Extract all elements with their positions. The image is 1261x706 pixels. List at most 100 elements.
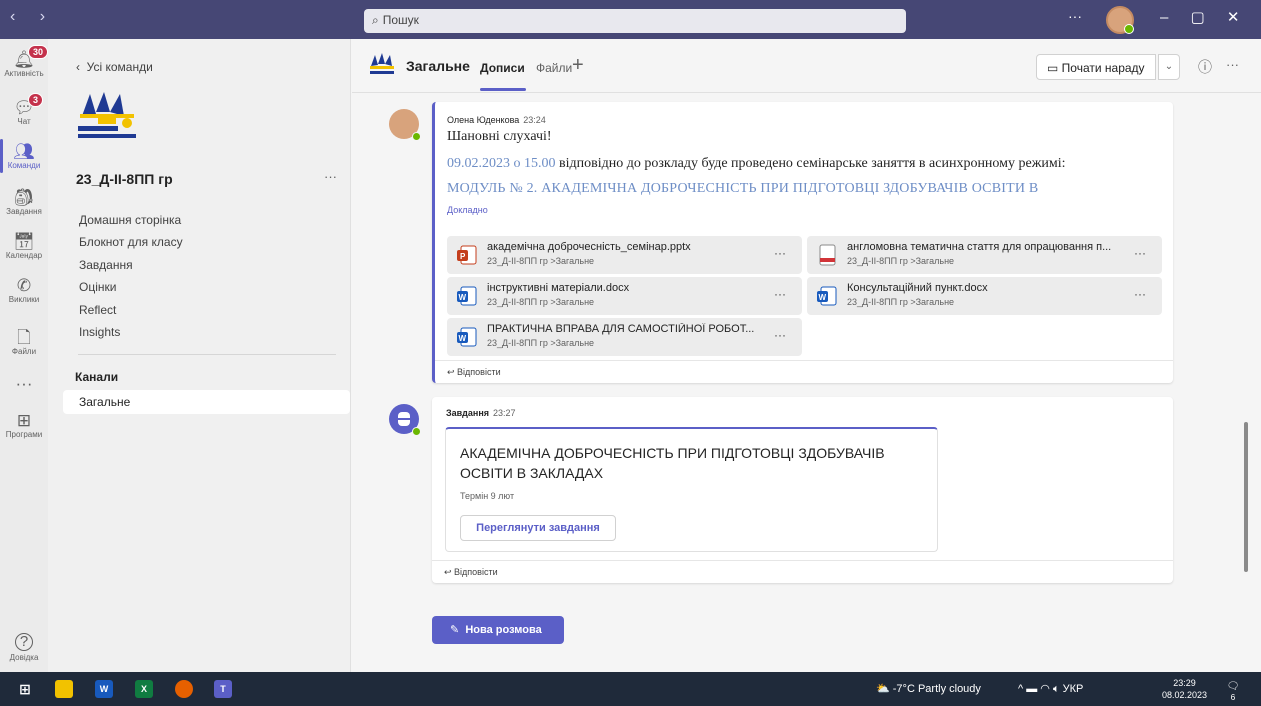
sidebar-item-home[interactable]: Домашня сторінка xyxy=(79,213,181,227)
reply-button[interactable]: ↩ Відповісти xyxy=(435,360,1173,383)
rail-help-label: Довідка xyxy=(9,653,39,662)
notification-center[interactable]: 🗨︎6 xyxy=(1225,681,1241,702)
rail-calls[interactable]: ✆ Виклики xyxy=(0,277,48,305)
tab-posts[interactable]: Дописи xyxy=(480,61,526,91)
word-icon: W xyxy=(457,286,477,306)
svg-text:W: W xyxy=(459,293,467,302)
rail-assignments[interactable]: 🎒︎ Завдання xyxy=(0,189,48,217)
reply-icon: ↩ xyxy=(447,367,458,377)
post-author[interactable]: Олена Юденкова xyxy=(447,115,519,125)
file-more-button[interactable]: ··· xyxy=(1134,246,1146,260)
sidebar-item-notebook[interactable]: Блокнот для класу xyxy=(79,235,183,249)
sidebar-item-insights[interactable]: Insights xyxy=(79,325,120,339)
file-attachment[interactable]: англомовна тематична стаття для опрацюва… xyxy=(807,236,1162,274)
file-icon: 🗋︎ xyxy=(17,328,31,347)
sidebar-item-grades[interactable]: Оцінки xyxy=(79,280,116,294)
presence-icon xyxy=(412,427,421,436)
posts-feed: Олена Юденкова 23:24 Шановні слухачі! 09.… xyxy=(352,94,1261,672)
team-more-button[interactable]: ··· xyxy=(324,169,337,184)
all-teams-link[interactable]: ‹ Усі команди xyxy=(76,60,153,74)
team-sidebar: ‹ Усі команди 23_Д-ІІ-8ПП гр ··· Домашня… xyxy=(48,39,351,672)
notification-count: 6 xyxy=(1230,692,1236,702)
rail-files-label: Файли xyxy=(11,347,37,356)
start-meeting-label: Почати нараду xyxy=(1061,61,1145,75)
firefox-icon[interactable] xyxy=(175,680,193,698)
new-conversation-button[interactable]: ✎ Нова розмова xyxy=(432,616,564,644)
author-avatar[interactable] xyxy=(389,109,421,141)
view-assignment-button[interactable]: Переглянути завдання xyxy=(460,515,616,541)
search-placeholder: Пошук xyxy=(382,13,419,27)
sidebar-item-reflect[interactable]: Reflect xyxy=(79,303,116,317)
meeting-dropdown-button[interactable]: ⌄ xyxy=(1158,54,1180,80)
tray-chevron-icon: ^ xyxy=(1018,683,1027,695)
rail-activity[interactable]: 🔔︎ 30 Активність xyxy=(0,45,49,78)
channels-header: Канали xyxy=(75,370,119,384)
word-icon: W xyxy=(817,286,837,306)
windows-start-icon[interactable]: ⊞ xyxy=(16,680,34,698)
weather-widget[interactable]: ⛅ -7°C Partly cloudy xyxy=(876,682,981,695)
video-icon: ▭ xyxy=(1047,61,1062,75)
start-meeting-button[interactable]: ▭ Почати нараду xyxy=(1036,54,1156,80)
rail-apps[interactable]: ⊞ Програми xyxy=(0,412,48,440)
search-input[interactable]: ⌕ Пошук xyxy=(364,9,906,33)
tab-files[interactable]: Файли xyxy=(536,61,572,75)
rail-help[interactable]: ? Довідка xyxy=(0,633,48,662)
wifi-icon: ◠ xyxy=(1040,683,1053,695)
channel-item-general[interactable]: Загальне xyxy=(63,390,350,414)
channel-more-button[interactable]: ··· xyxy=(1226,57,1239,72)
rail-activity-label: Активність xyxy=(4,69,44,78)
calendar-icon: 📅︎ xyxy=(13,232,35,251)
assignments-bot-avatar[interactable] xyxy=(389,404,421,436)
taskbar-clock[interactable]: 23:29 08.02.2023 xyxy=(1162,677,1207,701)
file-path: 23_Д-ІІ-8ПП гр >Загальне xyxy=(487,338,595,348)
file-explorer-icon[interactable] xyxy=(55,680,73,698)
file-more-button[interactable]: ··· xyxy=(774,246,786,260)
language-indicator[interactable]: УКР xyxy=(1063,683,1084,695)
search-icon: ⌕ xyxy=(372,13,379,27)
rail-teams[interactable]: 👥︎ Команди xyxy=(0,139,48,173)
chevron-left-icon: ‹ xyxy=(76,60,87,74)
file-attachment[interactable]: W інструктивні матеріали.docx 23_Д-ІІ-8П… xyxy=(447,277,802,315)
file-more-button[interactable]: ··· xyxy=(774,328,786,342)
presence-icon xyxy=(412,132,421,141)
rail-chat[interactable]: 💬︎ 3 Чат xyxy=(0,93,48,126)
assignment-title: АКАДЕМІЧНА ДОБРОЧЕСНІСТЬ ПРИ ПІДГОТОВЦІ … xyxy=(460,445,885,481)
file-attachment[interactable]: W Консультаційний пункт.docx 23_Д-ІІ-8ПП… xyxy=(807,277,1162,315)
reply-button[interactable]: ↩ Відповісти xyxy=(432,560,1173,583)
system-tray[interactable]: ^ ▬ ◠ 🔈︎ УКР xyxy=(1018,682,1083,696)
weather-text: -7°C Partly cloudy xyxy=(892,683,981,695)
svg-text:W: W xyxy=(459,334,467,343)
rail-assignments-label: Завдання xyxy=(6,207,42,216)
rail-calendar[interactable]: 📅︎ Календар xyxy=(0,232,48,261)
file-path: 23_Д-ІІ-8ПП гр >Загальне xyxy=(487,256,595,266)
post-author[interactable]: Завдання xyxy=(446,408,489,418)
new-conversation-label: Нова розмова xyxy=(465,624,542,636)
file-attachment[interactable]: W ПРАКТИЧНА ВПРАВА ДЛЯ САМОСТІЙНОЇ РОБОТ… xyxy=(447,318,802,356)
history-nav[interactable]: ‹ › xyxy=(10,8,55,26)
see-more-link[interactable]: Докладно xyxy=(447,205,1163,215)
assignment-due-date: Термін 9 лют xyxy=(460,491,515,501)
settings-more-button[interactable]: ··· xyxy=(1068,8,1082,24)
rail-more[interactable]: ··· xyxy=(0,375,48,393)
chat-badge: 3 xyxy=(28,93,44,107)
app-rail: 🔔︎ 30 Активність 💬︎ 3 Чат 👥︎ Команди 🎒︎ … xyxy=(0,39,49,672)
sidebar-item-assignments[interactable]: Завдання xyxy=(79,258,133,272)
assignment-card: АКАДЕМІЧНА ДОБРОЧЕСНІСТЬ ПРИ ПІДГОТОВЦІ … xyxy=(445,427,938,552)
channel-title: Загальне xyxy=(406,58,470,74)
excel-app-icon[interactable]: X xyxy=(135,680,153,698)
file-more-button[interactable]: ··· xyxy=(774,287,786,301)
file-attachment[interactable]: P академічна доброчесність_семінар.pptx … xyxy=(447,236,802,274)
word-app-icon[interactable]: W xyxy=(95,680,113,698)
add-tab-icon[interactable]: + xyxy=(572,54,584,77)
window-controls[interactable]: – ▢ ✕ xyxy=(1160,8,1239,26)
teams-app-icon[interactable]: T xyxy=(214,680,232,698)
rail-files[interactable]: 🗋︎ Файли xyxy=(0,328,48,357)
info-icon[interactable]: ⓘ xyxy=(1198,57,1212,77)
file-more-button[interactable]: ··· xyxy=(1134,287,1146,301)
profile-avatar[interactable] xyxy=(1106,6,1134,34)
post-meta: Завдання 23:27 xyxy=(446,408,516,418)
feed-scrollbar[interactable] xyxy=(1244,422,1248,572)
channel-header: Загальне Дописи Файли + ▭ Почати нараду … xyxy=(352,39,1261,93)
post-time: 23:27 xyxy=(493,408,516,418)
powerpoint-icon: P xyxy=(457,245,477,265)
